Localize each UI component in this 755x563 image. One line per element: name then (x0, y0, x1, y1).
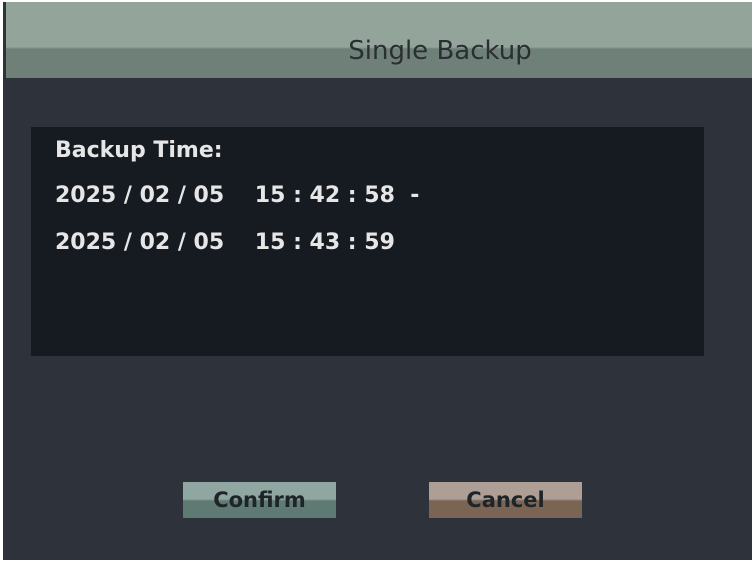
cancel-button[interactable]: Cancel (429, 482, 582, 518)
backup-time-label: Backup Time: (55, 138, 223, 163)
confirm-button[interactable]: Confirm (183, 482, 336, 518)
backup-info-panel: Backup Time: 2025 / 02 / 05 15 : 42 : 58… (31, 127, 704, 356)
single-backup-dialog: Single Backup Backup Time: 2025 / 02 / 0… (3, 2, 752, 560)
backup-start-time: 2025 / 02 / 05 15 : 42 : 58 - (55, 183, 420, 208)
dialog-title: Single Backup (348, 36, 532, 66)
backup-end-time: 2025 / 02 / 05 15 : 43 : 59 (55, 230, 395, 255)
dialog-titlebar: Single Backup (6, 2, 752, 78)
